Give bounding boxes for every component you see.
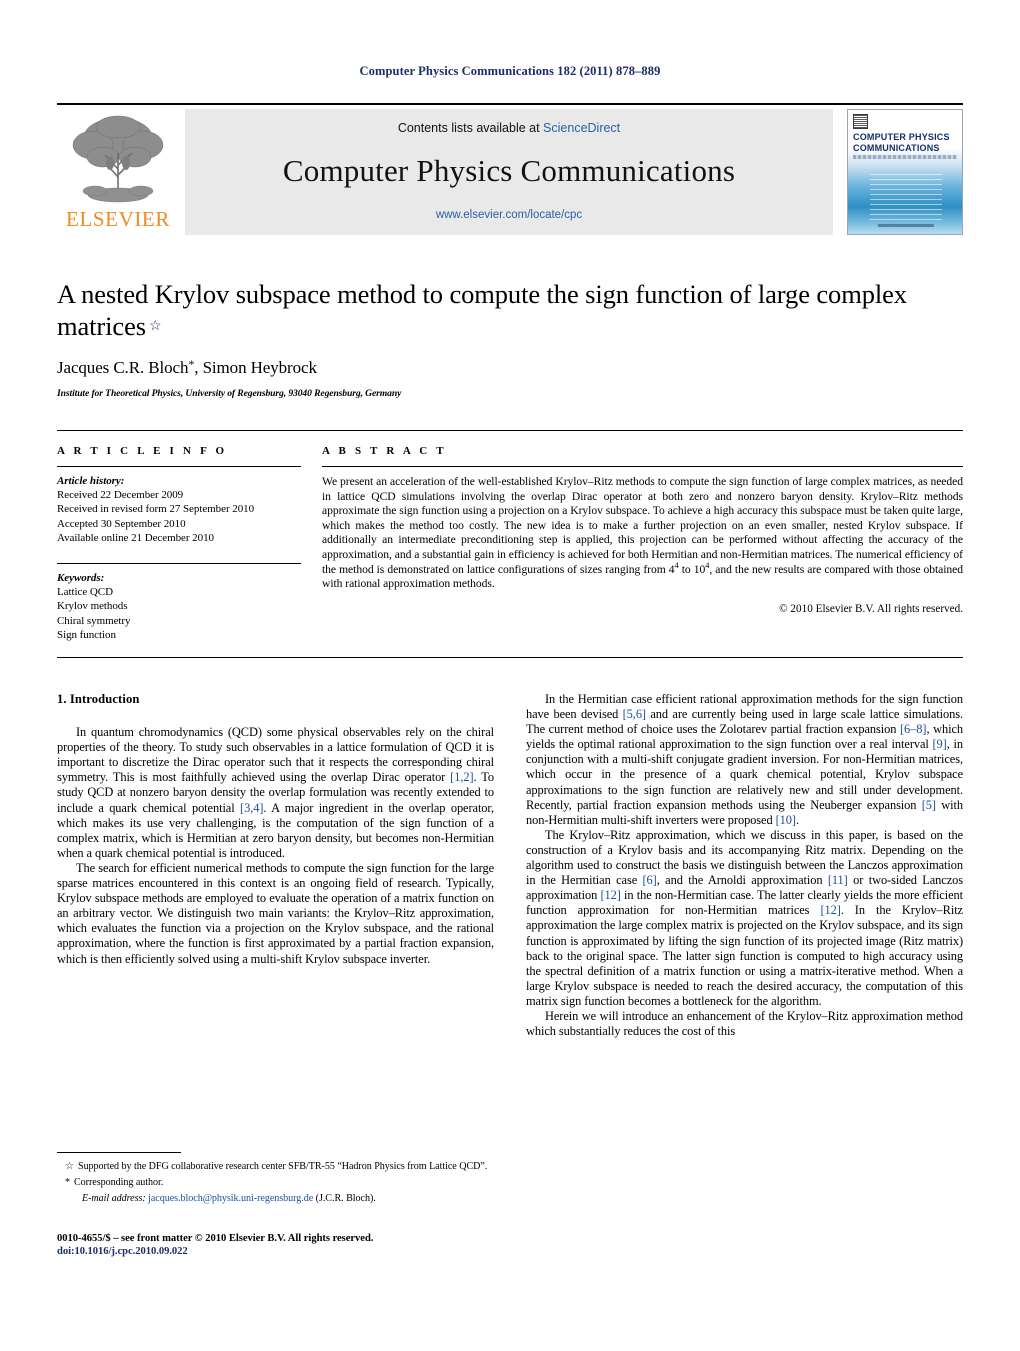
citation-ref[interactable]: [1,2] xyxy=(450,770,473,784)
keyword-item: Krylov methods xyxy=(57,600,128,613)
keywords-label: Keywords: xyxy=(57,572,105,585)
running-head: Computer Physics Communications 182 (201… xyxy=(359,64,661,78)
title-block: A nested Krylov subspace method to compu… xyxy=(57,278,963,399)
journal-masthead: ELSEVIER Contents lists available at Sci… xyxy=(57,103,963,235)
abstract-copyright: © 2010 Elsevier B.V. All rights reserved… xyxy=(779,602,963,615)
cover-divider xyxy=(853,155,957,159)
journal-band: Contents lists available at ScienceDirec… xyxy=(185,109,833,235)
left-p1-a: In quantum chromodynamics (QCD) some phy… xyxy=(57,725,494,785)
imprint-footer: 0010-4655/$ – see front matter © 2010 El… xyxy=(57,1232,527,1259)
imprint-line: 0010-4655/$ – see front matter © 2010 El… xyxy=(57,1233,374,1244)
abstract-divider xyxy=(322,466,963,467)
journal-url-link[interactable]: www.elsevier.com/locate/cpc xyxy=(185,209,833,221)
page-title: A nested Krylov subspace method to compu… xyxy=(57,278,963,343)
keyword-item: Chiral symmetry xyxy=(57,614,131,627)
article-history-group: Article history: Received 22 December 20… xyxy=(57,474,301,545)
citation-ref[interactable]: [5] xyxy=(922,798,936,812)
history-item: Accepted 30 September 2010 xyxy=(57,517,186,530)
section-heading-introduction: 1. Introduction xyxy=(57,692,140,706)
article-info-heading: A R T I C L E I N F O xyxy=(57,445,228,457)
citation-ref[interactable]: [11] xyxy=(828,873,848,887)
contents-prefix: Contents lists available at xyxy=(397,121,544,135)
paragraph: Herein we will introduce an enhancement … xyxy=(526,1008,963,1039)
elsevier-logo: ELSEVIER xyxy=(57,109,179,235)
info-divider xyxy=(57,466,301,467)
right-p1-f: . xyxy=(795,812,799,827)
abstract-heading: A B S T R A C T xyxy=(322,445,447,457)
paragraph: The Krylov–Ritz approximation, which we … xyxy=(526,828,963,1009)
paragraph: In quantum chromodynamics (QCD) some phy… xyxy=(57,725,494,861)
paper-title-text: A nested Krylov subspace method to compu… xyxy=(57,279,907,341)
footnote-corresponding-text: Corresponding author. xyxy=(74,1177,164,1188)
cover-journal-title: COMPUTER PHYSICS COMMUNICATIONS xyxy=(853,132,950,153)
article-history-label: Article history: xyxy=(57,475,125,487)
journal-article-page: Computer Physics Communications 182 (201… xyxy=(0,0,1020,1351)
affiliation: Institute for Theoretical Physics, Unive… xyxy=(57,388,402,399)
footnote-funding-text: Supported by the DFG collaborative resea… xyxy=(78,1161,488,1172)
keyword-item: Lattice QCD xyxy=(57,586,113,599)
footnotes: ☆ Supported by the DFG collaborative rese… xyxy=(57,1152,494,1205)
email-link[interactable]: jacques.bloch@physik.uni-regensburg.de xyxy=(148,1193,313,1204)
citation-ref[interactable]: [6] xyxy=(643,873,657,887)
email-label: E-mail address: xyxy=(82,1193,146,1204)
citation-ref[interactable]: [5,6] xyxy=(623,707,646,721)
keyword-item: Sign function xyxy=(57,628,116,641)
citation-ref[interactable]: [10] xyxy=(776,813,796,827)
footnote-email-line: E-mail address: jacques.bloch@physik.uni… xyxy=(57,1192,494,1205)
email-owner: (J.C.R. Bloch). xyxy=(315,1193,376,1204)
footnote-funding: ☆ Supported by the DFG collaborative rese… xyxy=(57,1160,494,1173)
citation-ref[interactable]: [6–8] xyxy=(900,722,927,736)
footnote-corresponding: * Corresponding author. xyxy=(57,1176,494,1189)
elsevier-wordmark: ELSEVIER xyxy=(66,207,170,231)
footnote-asterisk-marker: * xyxy=(65,1177,70,1188)
body-column-right: In the Hermitian case efficient rational… xyxy=(526,692,963,1039)
sciencedirect-link[interactable]: ScienceDirect xyxy=(543,121,620,135)
cover-elsevier-icon xyxy=(853,114,868,129)
citation-ref[interactable]: [3,4] xyxy=(240,801,263,815)
title-footnote-marker[interactable]: ☆ xyxy=(149,319,162,334)
keywords-group: Keywords: Lattice QCD Krylov methods Chi… xyxy=(57,571,301,642)
article-info-column: A R T I C L E I N F O Article history: R… xyxy=(57,431,301,657)
body-column-left: 1. Introduction In quantum chromodynamic… xyxy=(57,692,494,967)
footnote-star-marker: ☆ xyxy=(65,1161,74,1172)
history-item: Available online 21 December 2010 xyxy=(57,531,214,544)
citation-ref[interactable]: [12] xyxy=(820,903,840,917)
citation-ref[interactable]: [12] xyxy=(600,888,620,902)
history-item: Received in revised form 27 September 20… xyxy=(57,503,255,516)
author-rest: , Simon Heybrock xyxy=(194,358,317,377)
abstract-text: We present an acceleration of the well-e… xyxy=(322,475,963,592)
elsevier-tree-icon xyxy=(72,115,164,203)
masthead-inner: ELSEVIER Contents lists available at Sci… xyxy=(57,107,963,235)
contents-lists-line: Contents lists available at ScienceDirec… xyxy=(185,121,833,135)
author-first: Jacques C.R. Bloch xyxy=(57,358,189,377)
author-list: Jacques C.R. Bloch*, Simon Heybrock xyxy=(57,357,963,378)
journal-title: Computer Physics Communications xyxy=(282,153,736,188)
doi-link[interactable]: doi:10.1016/j.cpc.2010.09.022 xyxy=(57,1245,527,1258)
right-p2-e: . In the Krylov–Ritz approximation the l… xyxy=(526,903,963,1008)
paragraph: In the Hermitian case efficient rational… xyxy=(526,692,963,828)
abstract-part-2: to 10 xyxy=(678,562,706,576)
footnote-rule xyxy=(57,1152,181,1153)
paragraph: The search for efficient numerical metho… xyxy=(57,860,494,966)
citation-ref[interactable]: [9] xyxy=(933,737,947,751)
abstract-column: A B S T R A C T We present an accelerati… xyxy=(322,431,963,657)
cover-texture xyxy=(870,172,942,220)
journal-cover-thumbnail[interactable]: COMPUTER PHYSICS COMMUNICATIONS xyxy=(847,109,963,235)
abstract-part-1: We present an acceleration of the well-e… xyxy=(322,475,963,576)
right-p2-b: , and the Arnoldi approximation xyxy=(656,873,828,888)
info-abstract-panel: A R T I C L E I N F O Article history: R… xyxy=(57,430,963,658)
history-item: Received 22 December 2009 xyxy=(57,489,184,502)
cover-footer-bar xyxy=(878,224,934,227)
keywords-divider xyxy=(57,563,301,565)
